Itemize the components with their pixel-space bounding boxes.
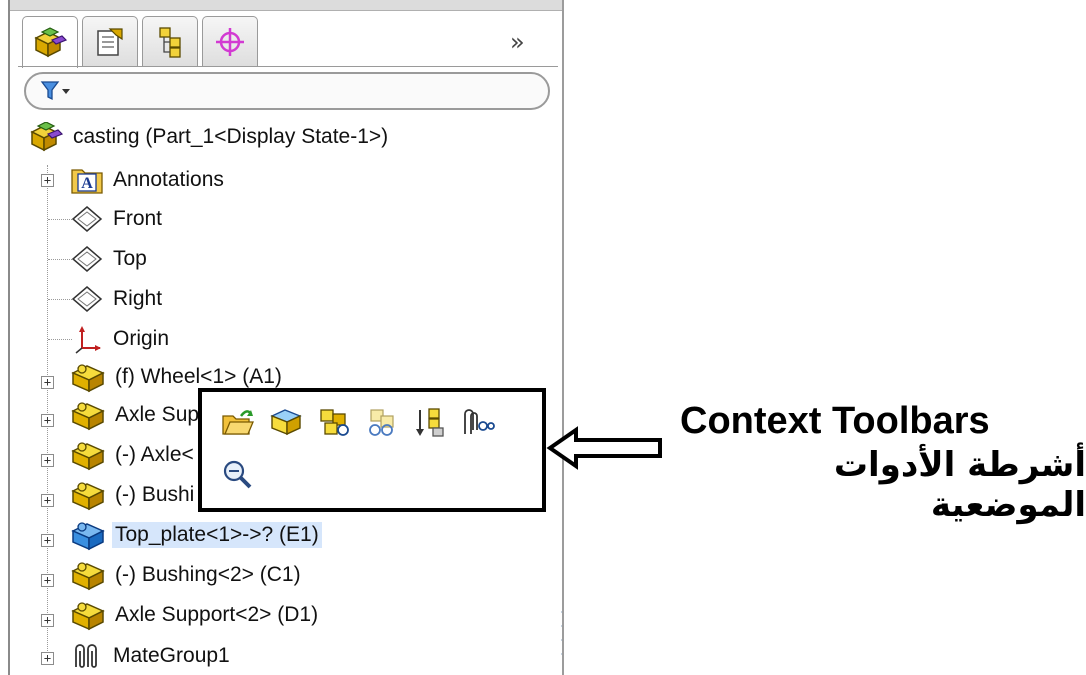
expand-axle-toggle[interactable]: + (41, 454, 54, 467)
context-toolbar (198, 388, 546, 512)
view-mates-button[interactable] (460, 404, 496, 440)
tree-item-label: Annotations (113, 168, 224, 191)
tree-item-annotations[interactable]: A Annotations (70, 163, 227, 197)
part-selected-icon (71, 522, 105, 551)
part-icon (71, 364, 105, 393)
callout-arrow-icon (546, 426, 662, 470)
target-crosshair-icon (216, 27, 244, 56)
tree-root-label: casting (Part_1<Display State-1>) (73, 125, 389, 148)
tree-item-label: Origin (113, 327, 170, 350)
expand-bushing-2-toggle[interactable]: + (41, 574, 54, 587)
hide-components-icon (320, 409, 349, 436)
hide-components-button[interactable] (316, 404, 352, 440)
tree-connector (48, 259, 72, 260)
tree-item-label: Axle Support<2> (D1) (115, 603, 319, 626)
part-icon (71, 562, 105, 591)
tree-item-label: (-) Bushi (115, 483, 195, 506)
tree-root-casting[interactable]: casting (Part_1<Display State-1>) (28, 120, 391, 154)
zoom-magnifier-icon (223, 460, 252, 489)
tree-item-right-plane[interactable]: Right (70, 282, 165, 316)
expand-axle-support-toggle[interactable]: + (41, 414, 54, 427)
filter-funnel-icon (40, 81, 70, 101)
tree-item-axle-support-2[interactable]: Axle Support<2> (D1) (70, 598, 321, 632)
insert-component-icon (416, 408, 444, 437)
expand-axle-support-2-toggle[interactable]: + (41, 614, 54, 627)
tree-item-top-plane[interactable]: Top (70, 242, 150, 276)
part-icon (71, 482, 105, 511)
part-cubes-icon (30, 122, 64, 152)
expand-top-plate-toggle[interactable]: + (41, 534, 54, 547)
insert-components-button[interactable] (412, 404, 448, 440)
plane-icon (71, 286, 103, 312)
panel-resize-grip[interactable] (558, 600, 564, 670)
tree-item-bushing-1[interactable]: (-) Bushi (70, 478, 197, 512)
tab-configurationmanager[interactable] (142, 16, 198, 66)
plane-icon (71, 206, 103, 232)
change-transparency-button[interactable] (364, 404, 400, 440)
tabs-overflow-button[interactable]: » (510, 28, 525, 56)
expand-annotations-toggle[interactable]: + (41, 174, 54, 187)
part-icon (71, 442, 105, 471)
tab-strip-baseline (18, 66, 558, 67)
tree-filter-box[interactable] (24, 72, 550, 110)
tree-item-label: Right (113, 287, 163, 310)
tree-item-bushing-2[interactable]: (-) Bushing<2> (C1) (70, 558, 304, 592)
edit-part-icon (270, 409, 302, 436)
panel-top-border (10, 0, 562, 11)
part-cubes-icon (34, 26, 68, 57)
tree-item-top-plate[interactable]: Top_plate<1>->? (E1) (70, 518, 322, 552)
open-part-button[interactable] (220, 404, 256, 440)
expand-wheel-toggle[interactable]: + (41, 376, 54, 389)
transparency-icon (369, 409, 394, 436)
edit-part-button[interactable] (268, 404, 304, 440)
tree-item-axle[interactable]: (-) Axle< (70, 438, 197, 472)
tab-dimxpert[interactable] (202, 16, 258, 66)
tab-featuremanager[interactable] (22, 16, 78, 68)
configuration-tree-icon (159, 26, 181, 58)
tree-connector (48, 219, 72, 220)
tree-item-label: Axle Sup (115, 403, 200, 426)
tree-item-label: (-) Axle< (115, 443, 194, 466)
tree-item-front-plane[interactable]: Front (70, 202, 165, 236)
tree-connector (48, 299, 72, 300)
part-icon (71, 402, 105, 431)
tree-item-label: Top_plate<1>->? (E1) (112, 522, 322, 548)
expand-mategroup-toggle[interactable]: + (41, 652, 54, 665)
tree-item-label: Top (113, 247, 147, 270)
svg-text:A: A (81, 175, 93, 192)
tree-item-mategroup[interactable]: MateGroup1 (70, 639, 233, 673)
callout-title-arabic: أشرطة الأدوات الموضعية (833, 445, 1086, 525)
plane-icon (71, 246, 103, 272)
expand-bushing-1-toggle[interactable]: + (41, 494, 54, 507)
view-mates-icon (464, 409, 495, 434)
tree-item-axle-support-1[interactable]: Axle Sup (70, 398, 202, 432)
feature-manager-panel: » casting (Part_1<Display State-1>) + A … (8, 0, 564, 675)
open-folder-arrow-icon (222, 410, 254, 435)
tab-propertymanager[interactable] (82, 16, 138, 66)
annotations-icon: A (71, 169, 103, 194)
callout-title-english: Context Toolbars (680, 400, 990, 442)
tree-item-label: (f) Wheel<1> (A1) (115, 365, 282, 388)
part-icon (71, 602, 105, 631)
tree-item-label: Front (113, 207, 163, 230)
tree-connector (48, 339, 72, 340)
tree-item-origin[interactable]: Origin (70, 322, 172, 356)
tree-item-label: MateGroup1 (113, 644, 230, 667)
zoom-to-selection-button[interactable] (220, 456, 256, 492)
tree-item-label: (-) Bushing<2> (C1) (115, 563, 301, 586)
property-sheet-icon (97, 27, 123, 56)
origin-icon (75, 326, 101, 354)
mates-paperclip-icon (75, 644, 97, 668)
